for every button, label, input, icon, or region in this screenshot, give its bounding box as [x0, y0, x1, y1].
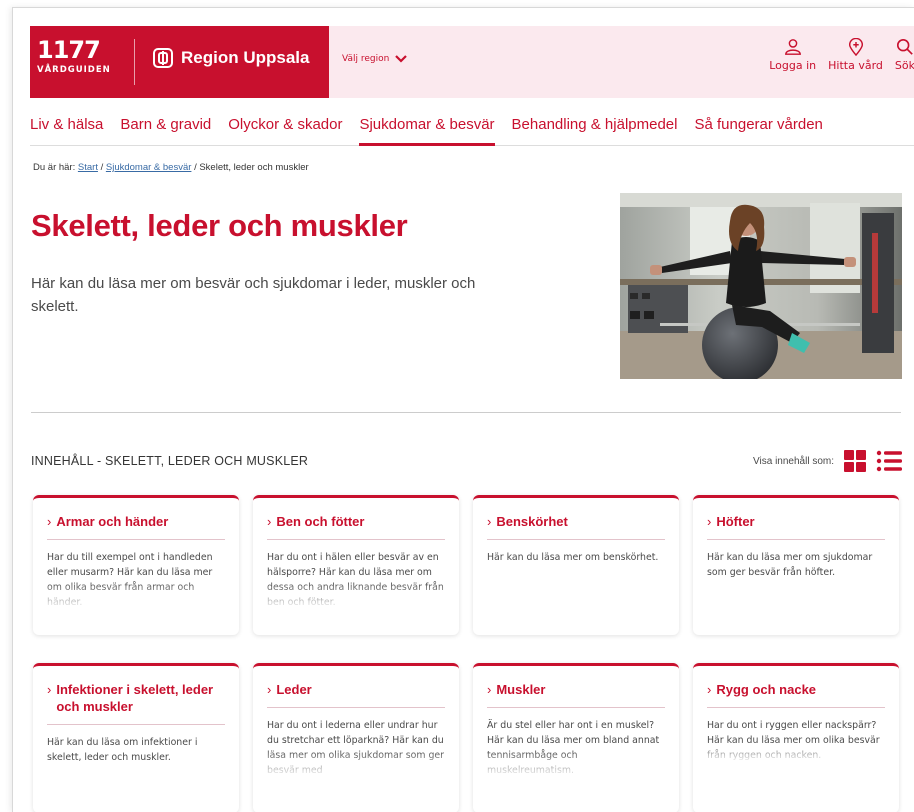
region-name: Region Uppsala: [181, 48, 310, 67]
chevron-right-icon: ›: [267, 682, 272, 697]
card-title: › Höfter: [707, 498, 885, 540]
nav-item-liv-halsa[interactable]: Liv & hälsa: [30, 102, 103, 145]
nav-item-olyckor-skador[interactable]: Olyckor & skador: [228, 102, 342, 145]
card-infektioner[interactable]: › Infektioner i skelett, leder och muskle…: [33, 663, 239, 812]
list-view-button[interactable]: [876, 448, 902, 474]
region-select-label: Välj region: [342, 54, 390, 64]
region-logo[interactable]: Region Uppsala: [151, 46, 309, 70]
hero-image: [620, 193, 902, 379]
list-icon: [876, 450, 902, 472]
card-title: › Leder: [267, 666, 445, 708]
site-header: 1177 VÅRDGUIDEN Region Uppsala Välj regi…: [30, 26, 914, 98]
person-icon: [784, 39, 801, 55]
grid-icon-cell: [844, 462, 854, 472]
breadcrumb-prefix: Du är här:: [33, 162, 76, 173]
chevron-right-icon: ›: [487, 682, 492, 697]
browser-page: 1177 VÅRDGUIDEN Region Uppsala Välj regi…: [12, 7, 914, 812]
card-title: › Infektioner i skelett, leder och muskle…: [47, 666, 225, 725]
breadcrumb-link-start[interactable]: Start: [78, 162, 98, 173]
logo-number: 1177: [37, 36, 101, 64]
card-title-text: Leder: [276, 682, 312, 697]
card-description: Här kan du läsa mer om sjukdomar som ger…: [707, 552, 873, 578]
nav-item-sa-fungerar-varden[interactable]: Så fungerar vården: [694, 102, 822, 145]
card-benskorhet[interactable]: › Benskörhet Här kan du läsa mer om bensk…: [473, 495, 679, 635]
header-actions: Logga in Hitta vård Sök: [757, 38, 914, 72]
grid-view-button[interactable]: [844, 450, 866, 472]
chevron-right-icon: ›: [47, 682, 52, 697]
find-care-button[interactable]: Hitta vård: [828, 38, 883, 72]
card-title: › Ben och fötter: [267, 498, 445, 540]
nav-item-sjukdomar-besvar[interactable]: Sjukdomar & besvär: [359, 102, 495, 146]
breadcrumb-separator: /: [100, 162, 104, 173]
breadcrumb-link-sjukdomar[interactable]: Sjukdomar & besvär: [106, 162, 192, 173]
chevron-right-icon: ›: [487, 514, 492, 529]
card-title: › Armar och händer: [47, 498, 225, 540]
page-title: Skelett, leder och muskler: [31, 208, 408, 243]
breadcrumb-separator: /: [194, 162, 197, 173]
card-description: Är du stel eller har ont i en muskel? Hä…: [487, 720, 660, 776]
region-emblem-icon: [153, 48, 173, 68]
login-label: Logga in: [769, 59, 817, 72]
search-icon: [896, 38, 913, 55]
view-toggle: Visa innehåll som:: [753, 448, 902, 474]
card-title-text: Höfter: [716, 514, 755, 529]
card-description: Här kan du läsa mer om benskörhet.: [487, 552, 659, 563]
region-select[interactable]: Välj region: [342, 54, 408, 64]
grid-icon-cell: [856, 462, 866, 472]
card-description: Har du ont i hälen eller besvär av en hä…: [267, 552, 444, 608]
card-title-text: Rygg och nacke: [716, 682, 817, 697]
logo-1177[interactable]: 1177 VÅRDGUIDEN: [37, 38, 111, 76]
card-hofter[interactable]: › Höfter Här kan du läsa mer om sjukdomar…: [693, 495, 899, 635]
logo-divider: [134, 39, 135, 85]
card-title-text: Armar och händer: [56, 514, 169, 529]
main-nav: Liv & hälsa Barn & gravid Olyckor & skad…: [30, 102, 914, 146]
card-title-text: Muskler: [496, 682, 546, 697]
location-pin-icon: [848, 38, 863, 56]
section-divider: [31, 412, 901, 413]
login-button[interactable]: Logga in: [769, 38, 816, 72]
card-description: Här kan du läsa om infektioner i skelett…: [47, 737, 198, 763]
grid-icon-cell: [844, 450, 854, 460]
chevron-right-icon: ›: [707, 514, 712, 529]
card-ben-och-fotter[interactable]: › Ben och fötter Har du ont i hälen eller…: [253, 495, 459, 635]
card-title-text: Ben och fötter: [276, 514, 365, 529]
logo-block[interactable]: 1177 VÅRDGUIDEN Region Uppsala: [30, 26, 329, 98]
nav-item-barn-gravid[interactable]: Barn & gravid: [120, 102, 211, 145]
page-intro: Här kan du läsa mer om besvär och sjukdo…: [31, 275, 476, 315]
nav-item-behandling-hjalpmedel[interactable]: Behandling & hjälpmedel: [512, 102, 678, 145]
breadcrumb-current: Skelett, leder och muskler: [199, 162, 309, 173]
breadcrumb: Du är här: Start / Sjukdomar & besvär / …: [33, 162, 309, 173]
card-title-text: Infektioner i skelett, leder och muskler: [56, 682, 214, 714]
card-description: Har du ont i ryggen eller nackspärr? Här…: [707, 720, 880, 761]
search-label: Sök: [894, 59, 914, 72]
chevron-down-icon: [395, 55, 408, 63]
card-muskler[interactable]: › Muskler Är du stel eller har ont i en m…: [473, 663, 679, 812]
card-description: Har du till exempel ont i handleden elle…: [47, 552, 213, 608]
content-heading: INNEHÅLL - SKELETT, LEDER OCH MUSKLER: [31, 454, 309, 468]
chevron-right-icon: ›: [707, 682, 712, 697]
card-title: › Muskler: [487, 666, 665, 708]
card-title: › Benskörhet: [487, 498, 665, 540]
view-toggle-label: Visa innehåll som:: [753, 455, 834, 467]
card-rygg-och-nacke[interactable]: › Rygg och nacke Har du ont i ryggen elle…: [693, 663, 899, 812]
card-title-text: Benskörhet: [496, 514, 568, 529]
grid-icon-cell: [856, 450, 866, 460]
card-armar-och-hander[interactable]: › Armar och händer Har du till exempel on…: [33, 495, 239, 635]
chevron-right-icon: ›: [47, 514, 52, 529]
card-description: Har du ont i lederna eller undrar hur du…: [267, 720, 445, 776]
chevron-right-icon: ›: [267, 514, 272, 529]
card-title: › Rygg och nacke: [707, 666, 885, 708]
search-button[interactable]: Sök: [895, 38, 914, 72]
find-care-label: Hitta vård: [828, 59, 883, 72]
logo-subtitle: VÅRDGUIDEN: [37, 65, 111, 75]
gym-photo-illustration: [620, 193, 902, 379]
card-leder[interactable]: › Leder Har du ont i lederna eller undrar…: [253, 663, 459, 812]
